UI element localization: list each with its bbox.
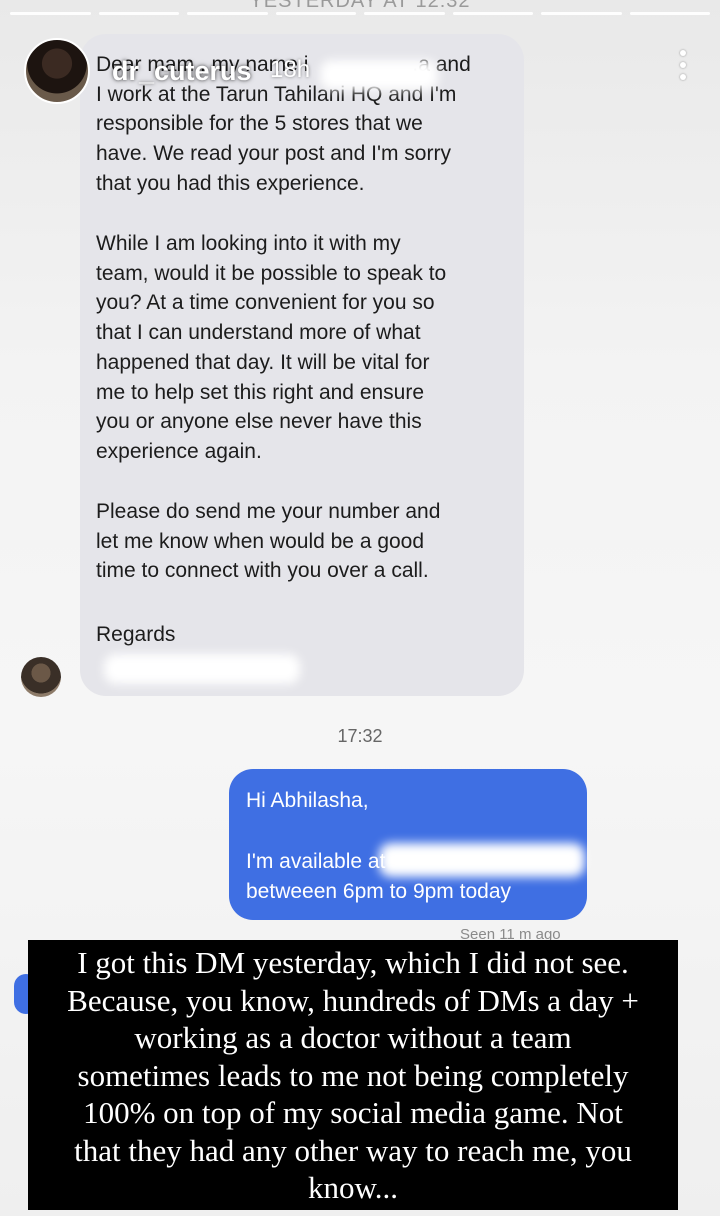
message-signoff: Regards bbox=[96, 620, 512, 650]
redacted-name-blur bbox=[320, 60, 438, 90]
story-time-ago: 18h bbox=[270, 56, 311, 83]
message-timestamp: 17:32 bbox=[337, 726, 383, 746]
message-line: Hi Abhilasha, bbox=[246, 789, 369, 812]
story-author-avatar[interactable] bbox=[24, 38, 90, 104]
message-line: experience again. bbox=[96, 439, 262, 463]
message-line: betweeen 6pm to 9pm today bbox=[246, 880, 512, 903]
message-line: team, would it be possible to speak to bbox=[96, 261, 447, 285]
caption-line: sometimes leads to me not being complete… bbox=[77, 1057, 629, 1093]
story-caption: I got this DM yesterday, which I did not… bbox=[28, 940, 678, 1210]
story-username[interactable]: dr_cuterus bbox=[112, 56, 252, 87]
message-line: you? At a time convenient for you so bbox=[96, 291, 435, 315]
screenshot-date-header: YESTERDAY AT 12:32 bbox=[249, 0, 471, 12]
message-line: me to help set this right and ensure bbox=[96, 380, 425, 404]
caption-line: working as a doctor without a team bbox=[134, 1020, 572, 1055]
caption-line: know... bbox=[307, 1170, 399, 1205]
regards-text: Regards bbox=[96, 623, 176, 646]
message-line: Please do send me your number and bbox=[96, 500, 441, 523]
caption-line: Because, you know, hundreds of DMs a day… bbox=[67, 982, 639, 1018]
message-line: let me know when would be a good bbox=[96, 529, 425, 553]
outgoing-message-bubble: Hi Abhilasha, I'm available at betweeen … bbox=[229, 769, 587, 920]
redacted-time-blur bbox=[379, 843, 585, 877]
message-line: that I can understand more of what bbox=[96, 321, 421, 345]
more-options-icon[interactable] bbox=[680, 50, 686, 80]
message-paragraph-3: Please do send me your number and let me… bbox=[96, 497, 512, 586]
message-line: responsible for the 5 stores that we bbox=[96, 112, 423, 136]
message-line: happened that day. It will be vital for bbox=[96, 350, 430, 374]
caption-line: I got this DM yesterday, which I did not… bbox=[77, 945, 629, 980]
message-line: time to connect with you over a call. bbox=[96, 559, 429, 583]
message-line: you or anyone else never have this bbox=[96, 410, 422, 434]
incoming-message-bubble: Dear mam , my name i .a and I work at the… bbox=[80, 34, 524, 696]
message-line: that you had this experience. bbox=[96, 171, 365, 195]
message-line: While I am looking into it with my bbox=[96, 232, 401, 255]
message-paragraph-2: While I am looking into it with my team,… bbox=[96, 229, 512, 467]
sender-avatar bbox=[21, 657, 61, 697]
message-line: have. We read your post and I'm sorry bbox=[96, 142, 451, 166]
message-line: I'm available at bbox=[246, 850, 386, 873]
redacted-signature-blur bbox=[104, 654, 300, 684]
caption-line: that they had any other way to reach me,… bbox=[74, 1132, 632, 1168]
caption-line: 100% on top of my social media game. Not bbox=[83, 1095, 623, 1130]
